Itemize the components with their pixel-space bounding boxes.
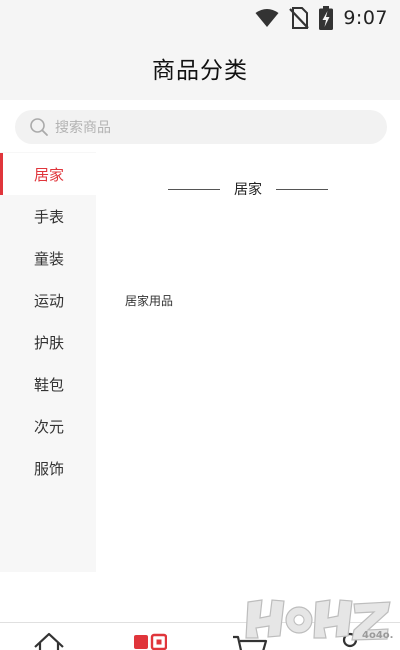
search-icon xyxy=(30,118,48,136)
category-content: 居家 居家用品 xyxy=(96,152,400,572)
category-sidebar: 居家 手表 童装 运动 护肤 鞋包 次元 服饰 xyxy=(0,152,96,572)
search-input[interactable]: 搜索商品 xyxy=(15,110,387,144)
sidebar-item-label: 居家 xyxy=(34,165,65,184)
status-bar: 9:07 xyxy=(0,0,400,36)
battery-charging-icon xyxy=(319,6,334,30)
status-icons: 9:07 xyxy=(255,5,388,31)
section-heading: 居家 xyxy=(96,178,400,200)
sidebar-item-label: 童装 xyxy=(34,249,65,268)
divider xyxy=(276,188,328,190)
page-title: 商品分类 xyxy=(152,58,248,84)
sidebar-item-sports[interactable]: 运动 xyxy=(0,279,96,321)
sidebar-item-label: 手表 xyxy=(34,207,65,226)
active-indicator xyxy=(0,153,3,195)
category-icon[interactable] xyxy=(133,631,167,650)
sidebar-item-label: 运动 xyxy=(34,291,65,310)
sidebar-item-label: 护肤 xyxy=(34,333,65,352)
sidebar-item-kids[interactable]: 童装 xyxy=(0,237,96,279)
watermark-text: 4o4o.com xyxy=(362,630,394,641)
watermark-logo: 4o4o.com xyxy=(245,599,394,641)
sidebar-item-skincare[interactable]: 护肤 xyxy=(0,321,96,363)
home-icon[interactable] xyxy=(33,631,65,650)
sidebar-item-apparel[interactable]: 服饰 xyxy=(0,447,96,489)
sidebar-item-label: 服饰 xyxy=(34,459,65,478)
section-title: 居家 xyxy=(234,182,262,198)
no-sim-icon xyxy=(289,7,310,29)
sidebar-item-anime[interactable]: 次元 xyxy=(0,405,96,447)
header: 商品分类 xyxy=(0,36,400,100)
sidebar-item-watch[interactable]: 手表 xyxy=(0,195,96,237)
sidebar-item-bags[interactable]: 鞋包 xyxy=(0,363,96,405)
sidebar-item-label: 次元 xyxy=(34,417,65,436)
divider xyxy=(168,188,220,190)
sidebar-item-label: 鞋包 xyxy=(34,375,65,394)
wifi-icon xyxy=(255,9,279,27)
status-time: 9:07 xyxy=(343,7,388,29)
search-placeholder: 搜索商品 xyxy=(55,120,111,136)
search-area: 搜索商品 xyxy=(0,100,400,152)
subcategory-item[interactable]: 居家用品 xyxy=(125,292,173,309)
sidebar-item-home[interactable]: 居家 xyxy=(0,153,96,195)
